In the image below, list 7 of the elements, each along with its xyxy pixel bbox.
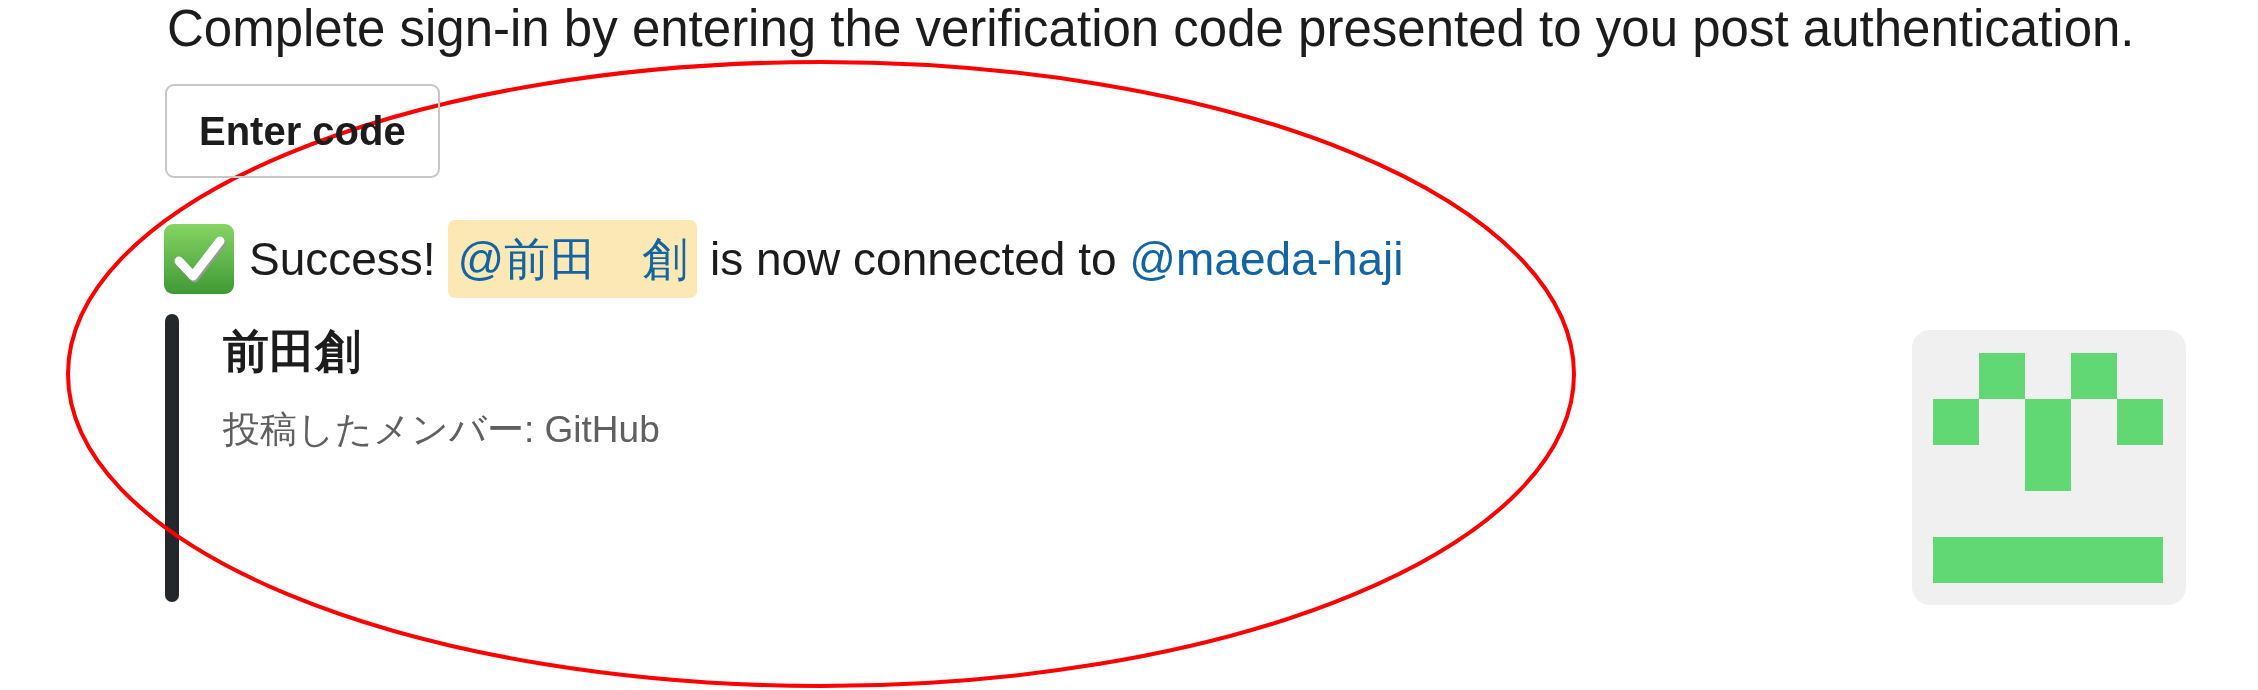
- instruction-text: Complete sign-in by entering the verification code presented to you post authentication.: [167, 0, 2136, 58]
- attachment-title: 前田創: [223, 324, 362, 379]
- check-icon: [163, 223, 235, 295]
- user-mention[interactable]: @前田 創: [448, 220, 698, 298]
- account-link[interactable]: @maeda-haji: [1129, 220, 1404, 298]
- attachment-footer: 投稿したメンバー: GitHub: [223, 408, 1912, 452]
- success-message: Success! @前田 創 is now connected to @maeda-haji: [249, 220, 1404, 298]
